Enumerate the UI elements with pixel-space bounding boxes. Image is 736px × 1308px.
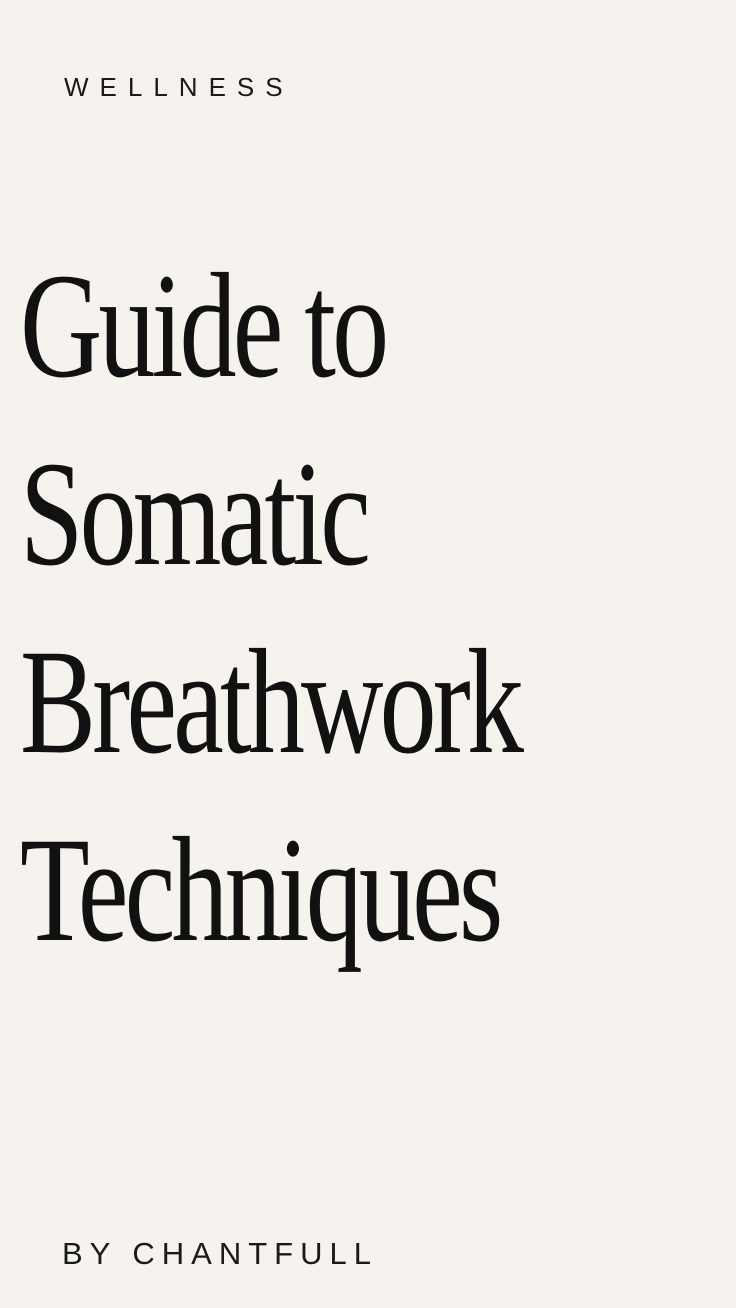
title-line-1: Guide to bbox=[20, 243, 389, 409]
category-label: WELLNESS bbox=[64, 72, 294, 102]
title-line-3: Breathwork bbox=[20, 619, 524, 785]
title-line-4: Techniques bbox=[20, 807, 503, 973]
author-byline: BY CHANTFULL bbox=[62, 1236, 378, 1271]
title-line-2: Somatic bbox=[20, 431, 371, 597]
pin-card: WELLNESS Guide to Somatic Breathwork Tec… bbox=[0, 0, 736, 1308]
page-title: Guide to Somatic Breathwork Techniques bbox=[20, 232, 720, 984]
